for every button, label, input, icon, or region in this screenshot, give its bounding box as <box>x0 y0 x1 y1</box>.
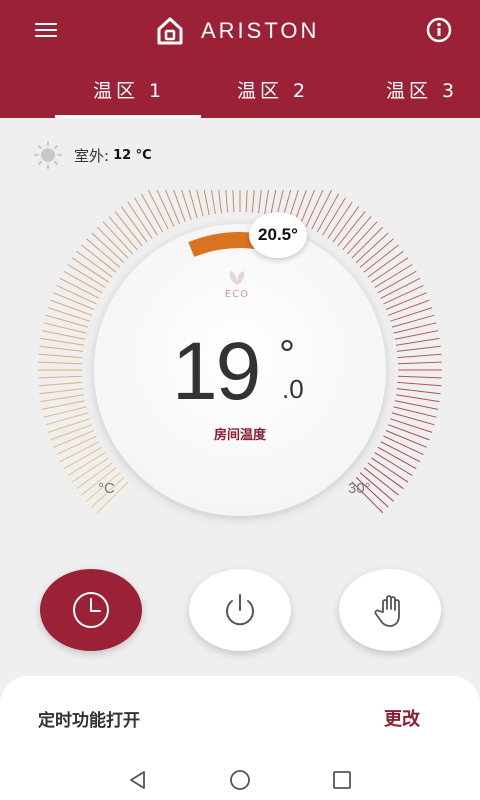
scale-tick <box>56 284 97 305</box>
scale-tick <box>38 361 83 365</box>
scale-tick <box>390 307 433 322</box>
hand-icon <box>374 595 400 627</box>
scale-tick <box>396 337 440 346</box>
scale-tick <box>396 394 440 403</box>
scale-tick <box>385 292 427 310</box>
scale-min-label: °C <box>98 480 115 497</box>
scale-tick <box>53 430 95 448</box>
brand-logo: ARISTON <box>155 16 319 46</box>
scale-tick <box>396 388 441 395</box>
info-icon[interactable] <box>426 17 452 43</box>
scale-tick <box>397 375 442 379</box>
scale-tick <box>390 418 433 433</box>
scale-tick <box>196 190 204 217</box>
power-icon <box>226 594 254 626</box>
scale-tick <box>41 330 86 340</box>
setpoint-handle[interactable]: 20.5° <box>249 212 307 258</box>
scale-tick <box>50 424 92 441</box>
scale-tick <box>251 190 255 213</box>
eco-leaf-icon <box>229 271 245 285</box>
scale-tick <box>39 388 84 395</box>
scale-tick <box>210 190 216 214</box>
app-header: ARISTON 温区 1 温区 2 温区 3 <box>0 0 480 118</box>
brand-name: ARISTON <box>201 18 320 43</box>
scale-tick <box>38 381 83 387</box>
scale-tick <box>385 430 427 448</box>
scale-tick <box>383 284 424 305</box>
scale-tick <box>393 322 437 334</box>
scale-tick <box>43 406 87 418</box>
scale-tick <box>264 190 270 214</box>
eco-label: ECO <box>224 289 250 300</box>
outdoor-label: 室外: <box>74 146 110 165</box>
scale-tick <box>43 322 87 334</box>
scale-tick <box>40 337 84 346</box>
change-button[interactable]: 更改 <box>384 705 420 731</box>
zone-tabs: 温区 1 温区 2 温区 3 <box>0 62 480 118</box>
scale-tick <box>56 435 97 456</box>
setpoint-arc <box>188 232 257 257</box>
scale-tick <box>41 400 86 410</box>
scale-tick <box>397 381 442 387</box>
tab-zone-2[interactable]: 温区 2 <box>237 76 309 103</box>
scale-tick <box>394 400 439 410</box>
scale-tick <box>38 375 83 379</box>
scale-tick <box>47 307 90 322</box>
scale-tick <box>245 190 248 213</box>
home-icon[interactable] <box>229 769 251 791</box>
scale-tick <box>181 190 192 220</box>
schedule-mode-button[interactable] <box>40 569 142 651</box>
room-temperature-degree: ° <box>279 333 295 377</box>
sun-icon <box>34 141 62 169</box>
outdoor-value: 12 °C <box>113 147 152 163</box>
active-tab-indicator <box>55 115 201 118</box>
clock-icon <box>73 592 109 628</box>
scale-tick <box>39 345 84 352</box>
scale-tick <box>53 292 95 310</box>
scale-tick <box>388 299 430 316</box>
scale-tick <box>393 406 437 418</box>
hamburger-menu-icon[interactable] <box>35 21 59 39</box>
scale-tick <box>50 299 92 316</box>
scale-tick <box>225 190 229 213</box>
tab-zone-3[interactable]: 温区 3 <box>386 76 458 103</box>
manual-mode-button[interactable] <box>339 569 441 651</box>
scale-tick <box>40 394 84 403</box>
schedule-status-text: 定时功能打开 <box>38 711 140 731</box>
scale-tick <box>396 345 441 352</box>
scale-tick <box>188 190 198 219</box>
scale-tick <box>397 353 442 359</box>
scale-tick <box>47 418 90 433</box>
outdoor-temperature: 室外: 12 °C <box>32 141 152 169</box>
tab-zone-1[interactable]: 温区 1 <box>93 76 165 103</box>
room-temperature-label: 房间温度 <box>213 428 266 443</box>
scale-tick <box>218 190 222 214</box>
scale-tick <box>38 353 83 359</box>
room-temperature-integer: 19 <box>172 326 261 417</box>
back-icon[interactable] <box>128 770 148 790</box>
scale-max-label: 30° <box>348 480 371 497</box>
setpoint-value: 20.5° <box>258 225 298 244</box>
scale-tick <box>232 190 235 213</box>
house-logo-icon <box>157 17 183 45</box>
room-temperature-decimal: .0 <box>282 374 304 404</box>
scale-tick <box>394 330 439 340</box>
system-navigation-bar <box>0 760 480 800</box>
scale-tick <box>258 190 262 214</box>
scale-tick <box>388 424 430 441</box>
scale-tick <box>397 361 442 365</box>
scale-tick <box>383 435 424 456</box>
power-mode-button[interactable] <box>189 569 291 651</box>
recents-icon[interactable] <box>332 770 352 790</box>
